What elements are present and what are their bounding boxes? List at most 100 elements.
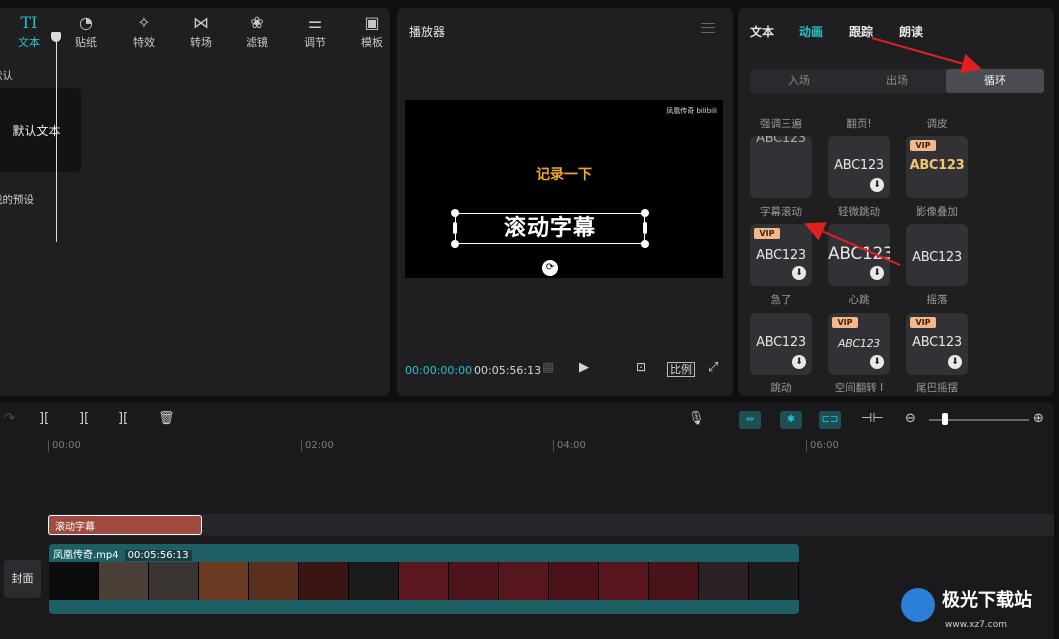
- auto-snap-icon[interactable]: ✱: [780, 411, 802, 429]
- thumbnail: [649, 562, 699, 600]
- linkage-icon[interactable]: ⊏⊐: [819, 411, 841, 429]
- template-tab-label: 模板: [361, 36, 383, 49]
- default-text-card[interactable]: 默认文本: [0, 88, 81, 172]
- zoom-slider-handle[interactable]: [942, 413, 948, 425]
- animation-card-light-jump[interactable]: ABC123 ⬇: [828, 136, 890, 198]
- segment-in[interactable]: 入场: [750, 69, 848, 93]
- animation-card-image-overlay[interactable]: VIP ABC123: [906, 136, 968, 198]
- site-logo-icon: [901, 588, 935, 622]
- redo-icon[interactable]: ↷: [4, 411, 15, 426]
- template-tab[interactable]: ▣ 模板: [349, 12, 390, 52]
- download-icon[interactable]: ⬇: [870, 178, 884, 192]
- thumbnail: [99, 562, 149, 600]
- trim-left-icon[interactable]: ][: [79, 411, 89, 426]
- site-logo-url: www.xz7.com: [945, 620, 1007, 630]
- tab-tracking[interactable]: 跟踪: [849, 23, 873, 40]
- download-icon[interactable]: ⬇: [870, 355, 884, 369]
- clip-thumbnails: [49, 562, 799, 600]
- card-preview-text: ABC123: [756, 335, 806, 350]
- rotate-icon[interactable]: ⟳: [542, 260, 558, 276]
- filter-tab-label: 滤镜: [246, 36, 268, 49]
- animation-card-urgent[interactable]: VIP ABC123 ⬇: [750, 224, 812, 286]
- text-track: 滚动字幕: [48, 514, 1054, 536]
- time-ruler[interactable]: 00:00 02:00 04:00 06:00: [48, 438, 1054, 456]
- animation-label: 尾巴摇摆: [916, 382, 958, 394]
- zoom-in-icon[interactable]: ⊕: [1033, 411, 1044, 426]
- thumbnail: [599, 562, 649, 600]
- cover-button[interactable]: 封面: [4, 560, 41, 598]
- sticker-tab[interactable]: ◔ 贴纸: [63, 12, 109, 52]
- zoom-out-icon[interactable]: ⊖: [905, 411, 916, 426]
- fit-screen-icon[interactable]: ⊡: [636, 360, 646, 374]
- overlay-title[interactable]: 记录一下: [405, 164, 723, 184]
- playhead[interactable]: [51, 32, 61, 242]
- animation-card-heartbeat[interactable]: ABC123 ⬇: [828, 224, 890, 286]
- split-icon[interactable]: ][: [39, 411, 49, 426]
- main-track-link-icon[interactable]: ⇔: [739, 411, 761, 429]
- tab-text[interactable]: 文本: [750, 23, 774, 40]
- waveform-icon[interactable]: ▦: [542, 360, 554, 375]
- animation-card-space-flip[interactable]: VIP ABC123 ⬇: [828, 313, 890, 375]
- thumbnail: [149, 562, 199, 600]
- animation-label: 强调三遍: [760, 118, 802, 130]
- materials-panel: TI 文本 ◔ 贴纸 ✧ 特效 ⋈ 转场 ❀ 滤镜 ⚌ 调节 ▣ 模板 默认 默…: [0, 8, 390, 396]
- segment-out[interactable]: 出场: [848, 69, 946, 93]
- sticker-tab-label: 贴纸: [75, 36, 97, 49]
- tab-animation[interactable]: 动画: [799, 23, 823, 40]
- animation-card-sway-fall[interactable]: ABC123: [906, 224, 968, 286]
- menu-icon[interactable]: [701, 23, 715, 33]
- play-icon[interactable]: ▶: [579, 360, 589, 375]
- animation-label: 翻页!: [846, 118, 872, 130]
- segment-loop[interactable]: 循环: [946, 69, 1044, 93]
- text-tab[interactable]: TI 文本: [6, 12, 52, 52]
- effects-tab[interactable]: ✧ 特效: [121, 12, 167, 52]
- properties-panel: 文本 动画 跟踪 朗读 入场 出场 循环 强调三遍 翻页! 调皮 ABC123 …: [738, 8, 1054, 396]
- transition-tab-label: 转场: [190, 36, 212, 49]
- card-preview-text: ABC123: [912, 250, 962, 265]
- sticker-icon: ◔: [79, 13, 93, 32]
- card-preview-text: ABC123: [909, 158, 965, 173]
- microphone-icon[interactable]: 🎙: [688, 411, 705, 426]
- selected-text-box[interactable]: 滚动字幕: [451, 209, 649, 248]
- video-preview[interactable]: 凤凰传奇 bilibili 记录一下 滚动字幕 ⟳: [405, 100, 723, 278]
- thumbnail: [249, 562, 299, 600]
- video-watermark: 凤凰传奇 bilibili: [666, 107, 717, 115]
- preview-axis-icon[interactable]: ⊣⊢: [861, 411, 884, 426]
- download-icon[interactable]: ⬇: [870, 266, 884, 280]
- default-section-label: 默认: [0, 70, 13, 82]
- fullscreen-icon[interactable]: ⤢: [708, 360, 718, 375]
- animation-label: 字幕滚动: [760, 206, 802, 218]
- video-clip[interactable]: 凤凰传奇.mp4 00:05:56:13: [49, 544, 799, 614]
- thumbnail: [349, 562, 399, 600]
- template-icon: ▣: [364, 13, 380, 32]
- ratio-button[interactable]: 比例: [667, 362, 695, 377]
- animation-label: 跳动: [770, 382, 792, 394]
- effects-tab-label: 特效: [133, 36, 155, 49]
- animation-card-scroll[interactable]: ABC123: [750, 136, 812, 198]
- adjust-tab[interactable]: ⚌ 调节: [292, 12, 338, 52]
- vip-badge: VIP: [832, 317, 858, 328]
- tick-label: 04:00: [553, 440, 586, 452]
- animation-label: 空间翻转 I: [834, 382, 884, 394]
- animation-card-tail-swing[interactable]: VIP ABC123 ⬇: [906, 313, 968, 375]
- animation-type-segment: 入场 出场 循环: [750, 69, 1044, 93]
- adjust-tab-label: 调节: [304, 36, 326, 49]
- current-time: 00:00:00:00: [405, 364, 473, 377]
- trim-right-icon[interactable]: ][: [118, 411, 128, 426]
- thumbnail: [449, 562, 499, 600]
- download-icon[interactable]: ⬇: [792, 355, 806, 369]
- transition-tab[interactable]: ⋈ 转场: [178, 12, 224, 52]
- download-icon[interactable]: ⬇: [948, 355, 962, 369]
- card-preview-text: ABC123: [838, 337, 880, 350]
- thumbnail: [549, 562, 599, 600]
- delete-icon[interactable]: 🗑: [158, 411, 175, 426]
- filter-tab[interactable]: ❀ 滤镜: [234, 12, 280, 52]
- animation-card-jump[interactable]: ABC123 ⬇: [750, 313, 812, 375]
- tab-read-aloud[interactable]: 朗读: [899, 23, 923, 40]
- download-icon[interactable]: ⬇: [792, 266, 806, 280]
- thumbnail: [199, 562, 249, 600]
- text-clip[interactable]: 滚动字幕: [48, 515, 202, 535]
- clip-header: 凤凰传奇.mp4 00:05:56:13: [53, 546, 198, 561]
- animation-label: 轻微跳动: [838, 206, 880, 218]
- animation-label: 摇落: [926, 294, 948, 306]
